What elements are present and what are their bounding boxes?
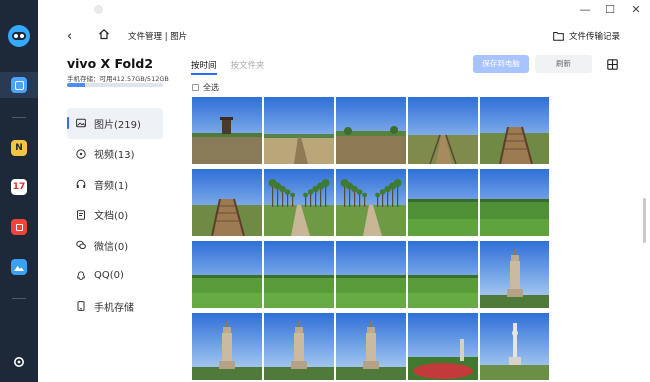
save-to-pc-button[interactable]: 保存到电脑 (473, 55, 529, 73)
video-icon (76, 149, 86, 159)
folder-icon (553, 32, 564, 41)
photo-thumbnail[interactable] (408, 169, 478, 236)
close-button[interactable]: ✕ (629, 3, 643, 17)
photo-thumbnail[interactable] (336, 97, 406, 164)
gallery-app-icon[interactable] (11, 259, 27, 275)
tab-by-folder[interactable]: 按文件夹 (231, 59, 265, 71)
title-bar: — ☐ ✕ (38, 0, 650, 20)
storage-text: 手机存储：可用412.57GB/512GB (67, 75, 169, 83)
category-phone-storage[interactable]: 手机存储 (67, 291, 163, 322)
select-all-label: 全选 (203, 83, 219, 92)
headphones-icon (76, 179, 86, 189)
photo-thumbnail[interactable] (264, 97, 334, 164)
photo-thumbnail[interactable] (408, 313, 478, 380)
scrollbar-thumb[interactable] (643, 198, 646, 243)
maximize-button[interactable]: ☐ (603, 3, 617, 17)
category-qq[interactable]: QQ(0) (67, 261, 163, 292)
grid-view-icon[interactable] (607, 59, 618, 73)
category-audio[interactable]: 音频(1) (67, 169, 163, 200)
category-label: 图片(219) (94, 119, 141, 131)
tab-by-time[interactable]: 按时间 (191, 59, 217, 75)
app-logo-icon[interactable] (8, 25, 30, 47)
photo-thumbnail[interactable] (336, 241, 406, 308)
app-rail: N 17 (0, 0, 38, 382)
category-wechat[interactable]: 微信(0) (67, 230, 163, 261)
category-label: 视频(13) (94, 150, 135, 162)
photo-grid (192, 97, 549, 382)
refresh-button[interactable]: 刷新 (535, 55, 592, 73)
photo-thumbnail[interactable] (192, 241, 262, 308)
notes-app-icon[interactable]: N (11, 140, 27, 156)
category-label: QQ(0) (94, 270, 124, 282)
breadcrumb: 文件管理 | 图片 (128, 32, 188, 42)
photo-thumbnail[interactable] (408, 97, 478, 164)
photo-thumbnail[interactable] (408, 241, 478, 308)
document-icon (76, 210, 86, 220)
photo-thumbnail[interactable] (480, 241, 549, 308)
photo-thumbnail[interactable] (480, 313, 549, 380)
photo-thumbnail[interactable] (336, 313, 406, 380)
window-dot-icon (94, 5, 103, 14)
image-icon (76, 118, 86, 128)
photo-thumbnail[interactable] (192, 313, 262, 380)
home-icon[interactable] (98, 28, 110, 43)
photo-thumbnail[interactable] (264, 313, 334, 380)
category-list: 图片(219) 视频(13) 音频(1) 文档(0) 微信(0) QQ(0) 手… (67, 108, 163, 322)
category-label: 微信(0) (94, 241, 129, 253)
category-photos[interactable]: 图片(219) (67, 108, 163, 139)
calendar-app-icon[interactable]: 17 (11, 179, 27, 195)
red-app-icon[interactable] (11, 219, 27, 235)
view-tabs: 按时间 按文件夹 (191, 59, 265, 75)
select-all-checkbox[interactable]: 全选 (192, 82, 219, 93)
photo-thumbnail[interactable] (264, 241, 334, 308)
minimize-button[interactable]: — (578, 3, 592, 17)
wechat-icon (76, 240, 86, 250)
settings-gear-icon[interactable] (11, 354, 27, 370)
nav-bar: ‹ 文件管理 | 图片 文件传输记录 (38, 22, 650, 50)
transfer-history-label: 文件传输记录 (568, 32, 620, 42)
rail-divider (12, 117, 26, 118)
photo-thumbnail[interactable] (336, 169, 406, 236)
photo-thumbnail[interactable] (264, 169, 334, 236)
phone-manager-icon[interactable] (11, 77, 27, 93)
photo-thumbnail[interactable] (480, 97, 549, 164)
category-label: 文档(0) (94, 211, 129, 223)
checkbox-box (192, 84, 199, 91)
qq-icon (76, 271, 86, 281)
category-videos[interactable]: 视频(13) (67, 139, 163, 170)
storage-bar-fill (67, 83, 86, 87)
category-label: 音频(1) (94, 180, 129, 192)
rail-divider-2 (12, 298, 26, 299)
back-chevron-icon[interactable]: ‹ (67, 29, 72, 44)
photo-thumbnail[interactable] (192, 97, 262, 164)
storage-bar (67, 83, 163, 87)
photo-thumbnail[interactable] (480, 169, 549, 236)
category-documents[interactable]: 文档(0) (67, 200, 163, 231)
device-name: vivo X Fold2 (67, 56, 154, 71)
category-label: 手机存储 (94, 302, 134, 314)
phone-storage-icon (76, 301, 86, 312)
transfer-history-button[interactable]: 文件传输记录 (553, 30, 620, 42)
photo-thumbnail[interactable] (192, 169, 262, 236)
